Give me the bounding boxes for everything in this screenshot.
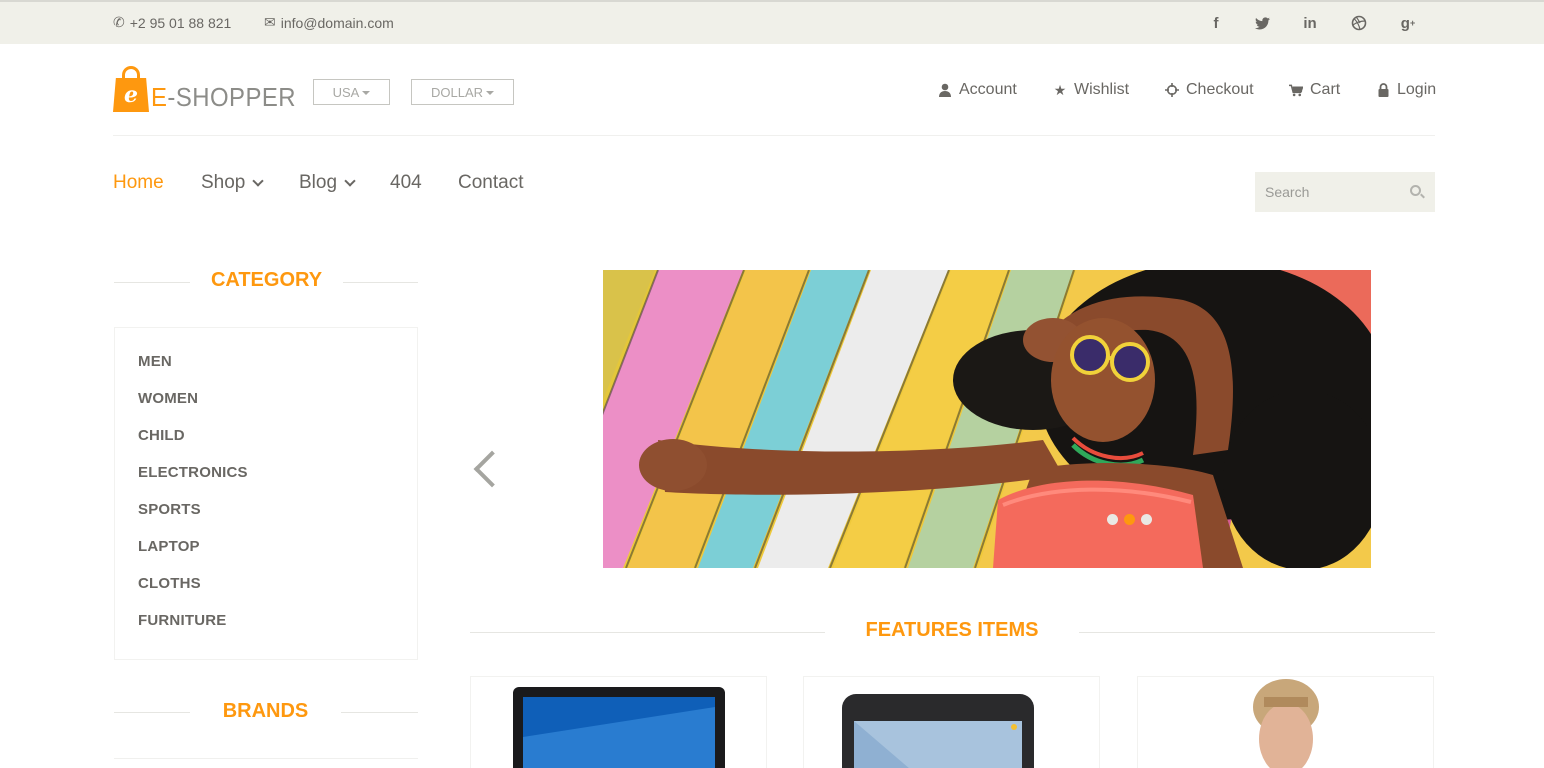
slider-dot-1[interactable]	[1107, 514, 1118, 525]
slider-banner-image	[603, 270, 1371, 568]
currency-dropdown[interactable]: DOLLAR	[411, 79, 514, 105]
account-link[interactable]: Account	[938, 79, 1017, 101]
category-furniture[interactable]: FURNITURE	[138, 612, 226, 629]
brands-title-line-right	[341, 712, 418, 713]
slider-dot-2-active[interactable]	[1124, 514, 1135, 525]
wishlist-label: Wishlist	[1074, 81, 1130, 98]
slider-prev-arrow-icon[interactable]	[470, 448, 500, 492]
search-box	[1255, 172, 1435, 212]
category-men[interactable]: MEN	[138, 353, 172, 370]
search-input[interactable]	[1255, 172, 1405, 212]
account-label: Account	[959, 81, 1017, 98]
phone-icon: ✆	[113, 14, 125, 30]
tablet-image	[842, 694, 1034, 768]
nav-contact[interactable]: Contact	[458, 172, 523, 194]
email-contact[interactable]: ✉ info@domain.com	[264, 14, 394, 31]
login-label: Login	[1397, 81, 1437, 98]
google-plus-icon[interactable]: g +	[1398, 13, 1418, 33]
facebook-icon[interactable]: f	[1206, 13, 1226, 33]
brands-panel-top	[114, 758, 418, 759]
category-panel	[114, 327, 418, 660]
dribbble-icon[interactable]	[1349, 13, 1369, 33]
category-cloths[interactable]: CLOTHS	[138, 575, 201, 592]
shopping-cart-icon	[1289, 84, 1303, 97]
category-child[interactable]: CHILD	[138, 427, 185, 444]
phone-contact[interactable]: ✆ +2 95 01 88 821	[113, 14, 231, 31]
nav-blog-label: Blog	[299, 172, 338, 193]
checkout-link[interactable]: Checkout	[1165, 79, 1254, 101]
nav-home[interactable]: Home	[113, 172, 164, 194]
nav-shop-label: Shop	[201, 172, 246, 193]
currency-value: DOLLAR	[430, 84, 484, 100]
category-title-line-right	[343, 282, 418, 283]
user-icon	[938, 83, 952, 97]
features-title: FEATURES ITEMS	[865, 619, 1039, 641]
caret-down-icon	[362, 91, 371, 95]
top-bar: ✆ +2 95 01 88 821 ✉ info@domain.com f in…	[0, 0, 1544, 44]
linkedin-icon[interactable]: in	[1300, 13, 1320, 33]
category-women[interactable]: WOMEN	[138, 390, 198, 407]
category-electronics[interactable]: ELECTRONICS	[138, 464, 248, 481]
chevron-down-icon	[252, 175, 265, 187]
phone-number: +2 95 01 88 821	[129, 14, 232, 31]
login-link[interactable]: Login	[1376, 79, 1436, 101]
email-address: info@domain.com	[280, 14, 394, 31]
nav-404-label: 404	[390, 172, 422, 193]
category-laptop[interactable]: LAPTOP	[138, 538, 200, 555]
brands-title-line-left	[114, 712, 190, 713]
category-title-line-left	[114, 282, 190, 283]
wishlist-link[interactable]: ★ Wishlist	[1053, 79, 1129, 101]
category-title: CATEGORY	[210, 269, 323, 291]
male-model-image	[1253, 679, 1319, 768]
search-icon[interactable]	[1410, 185, 1421, 196]
header-divider	[113, 135, 1435, 136]
category-sports[interactable]: SPORTS	[138, 501, 201, 518]
nav-shop[interactable]: Shop	[201, 172, 265, 194]
envelope-icon: ✉	[264, 14, 276, 30]
star-icon: ★	[1053, 81, 1067, 98]
logo-text: E-SHOPPER	[151, 82, 297, 112]
laptop-image	[513, 687, 725, 768]
nav-contact-label: Contact	[458, 172, 524, 193]
country-dropdown[interactable]: USA	[313, 79, 390, 105]
country-value: USA	[332, 84, 360, 100]
logo[interactable]: e E-SHOPPER	[113, 66, 309, 112]
features-title-line-right	[1079, 632, 1435, 633]
nav-home-label: Home	[113, 172, 164, 193]
product-card-laptop[interactable]	[470, 676, 767, 768]
cart-label: Cart	[1310, 81, 1341, 98]
product-card-tablet[interactable]	[803, 676, 1100, 768]
features-title-line-left	[470, 632, 825, 633]
lock-icon	[1376, 83, 1390, 97]
twitter-icon[interactable]	[1252, 13, 1272, 33]
brands-title: BRANDS	[222, 700, 309, 722]
nav-blog[interactable]: Blog	[299, 172, 356, 194]
nav-404[interactable]: 404	[390, 172, 422, 194]
caret-down-icon	[486, 91, 495, 95]
chevron-down-icon	[344, 175, 356, 187]
shopping-bag-icon: e	[113, 66, 149, 112]
crosshairs-icon	[1165, 83, 1179, 97]
slider-dot-3[interactable]	[1141, 514, 1152, 525]
product-card-men-clothing[interactable]	[1137, 676, 1434, 768]
checkout-label: Checkout	[1186, 81, 1254, 98]
cart-link[interactable]: Cart	[1289, 79, 1340, 101]
